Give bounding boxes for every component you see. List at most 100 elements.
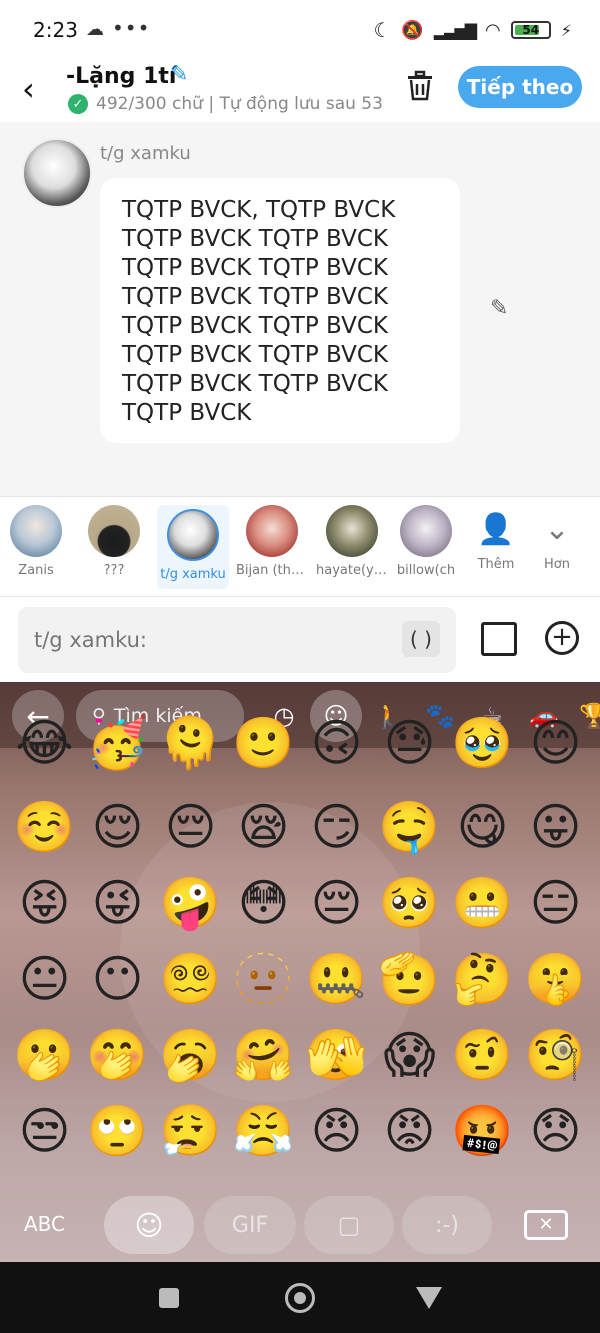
emoji-key[interactable]: 🥹 xyxy=(446,712,519,774)
sticker-tab[interactable]: ▢ xyxy=(304,1196,394,1254)
emoji-key[interactable]: 😶 xyxy=(81,948,154,1010)
character-selector: Zanis ??? t/g xamku Bijan (thầ… hayate(y… xyxy=(0,496,600,596)
emoji-key[interactable]: 😬 xyxy=(446,872,519,934)
wifi-icon: ◠ xyxy=(485,19,501,41)
emoji-key[interactable]: 😂 xyxy=(8,712,81,774)
message-line: TQTP BVCK TQTP BVCK xyxy=(122,313,388,339)
emoji-key[interactable]: 🫣 xyxy=(300,1024,373,1086)
image-icon[interactable] xyxy=(481,622,517,656)
emoji-key[interactable]: 🤐 xyxy=(300,948,373,1010)
more-characters-button[interactable]: ⌄ Hơn xyxy=(527,507,587,572)
emoji-key[interactable]: 😝 xyxy=(8,872,81,934)
emoji-key[interactable]: 😤 xyxy=(227,1100,300,1162)
emoji-key[interactable]: 🤤 xyxy=(373,796,446,858)
abc-key[interactable]: ABC xyxy=(24,1212,65,1236)
emoji-key[interactable]: 🤨 xyxy=(446,1024,519,1086)
emoji-key[interactable]: 🤪 xyxy=(154,872,227,934)
emoji-key[interactable]: 😵‍💫 xyxy=(154,948,227,1010)
signal-icon: ▂▃▅▇ xyxy=(433,20,477,40)
emoji-key[interactable]: 😊 xyxy=(519,712,592,774)
emoji-key[interactable]: 😐 xyxy=(8,948,81,1010)
battery-level: 54 xyxy=(522,23,540,37)
plus-icon[interactable]: + xyxy=(545,621,579,655)
app-header: ‹ -Lặng 1tí ✎ ✓ 492/300 chữ | Tự động lư… xyxy=(0,60,600,122)
add-character-button[interactable]: 👤 Thêm xyxy=(466,507,526,572)
composer: ( ) + xyxy=(0,596,600,682)
emoji-key[interactable]: 🤔 xyxy=(446,948,519,1010)
character-name: Bijan (thầ… xyxy=(236,563,308,578)
emoji-key[interactable]: 🤗 xyxy=(227,1024,300,1086)
emoji-key[interactable]: 😋 xyxy=(446,796,519,858)
action-parentheses-button[interactable]: ( ) xyxy=(402,621,440,657)
battery-icon: 54 xyxy=(510,21,551,39)
back-button[interactable]: ‹ xyxy=(22,70,35,108)
emoji-key[interactable]: 🤫 xyxy=(519,948,592,1010)
emoji-key[interactable]: 😌 xyxy=(81,796,154,858)
moon-icon: ☾ xyxy=(373,18,392,42)
emoji-key[interactable]: 🥳 xyxy=(81,712,154,774)
emoji-key[interactable]: 😛 xyxy=(519,796,592,858)
emoji-key[interactable]: 😔 xyxy=(300,872,373,934)
recents-button[interactable] xyxy=(159,1288,179,1308)
system-nav-bar xyxy=(0,1262,600,1333)
emoji-key[interactable]: 😓 xyxy=(373,712,446,774)
character-billow[interactable]: billow(ch xyxy=(396,505,456,578)
back-nav-button[interactable] xyxy=(416,1287,442,1309)
emoji-key[interactable]: 😡 xyxy=(373,1100,446,1162)
status-bar: 2:23 ☁ ••• ☾ 🔕 ▂▃▅▇ ◠ 54 ⚡ xyxy=(0,0,600,60)
emoji-key[interactable]: 😑 xyxy=(519,872,592,934)
gif-tab[interactable]: GIF xyxy=(204,1196,296,1254)
character-bijan[interactable]: Bijan (thầ… xyxy=(236,505,308,578)
message-line: TQTP BVCK TQTP BVCK xyxy=(122,255,388,281)
emoji-key[interactable]: 🙄 xyxy=(81,1100,154,1162)
character-zanis[interactable]: Zanis xyxy=(0,505,72,578)
message-line: TQTP BVCK TQTP BVCK xyxy=(122,371,388,397)
emoji-key[interactable]: 😏 xyxy=(300,796,373,858)
character-name: ??? xyxy=(103,563,125,578)
emoji-key[interactable]: 🙃 xyxy=(300,712,373,774)
emoji-tab[interactable]: ☺ xyxy=(104,1196,194,1254)
trash-icon[interactable] xyxy=(405,70,435,102)
emoji-key[interactable]: 🫥 xyxy=(227,948,300,1010)
emoticon-tab[interactable]: :-) xyxy=(402,1196,492,1254)
edit-title-icon[interactable]: ✎ xyxy=(170,62,188,87)
emoji-key[interactable]: 😒 xyxy=(8,1100,81,1162)
emoji-row: 😒 🙄 😮‍💨 😤 😠 😡 🤬 😞 xyxy=(8,1100,598,1162)
emoji-key[interactable]: 😳 xyxy=(227,872,300,934)
emoji-key[interactable]: 🧐 xyxy=(519,1024,592,1086)
emoji-key[interactable]: 😜 xyxy=(81,872,154,934)
add-person-icon: 👤 xyxy=(477,512,515,547)
character-tg-xamku[interactable]: t/g xamku xyxy=(157,505,229,589)
check-icon: ✓ xyxy=(68,94,88,114)
emoji-key[interactable]: 😮‍💨 xyxy=(154,1100,227,1162)
character-name: Zanis xyxy=(18,563,54,578)
emoji-key[interactable]: 😠 xyxy=(300,1100,373,1162)
character-name: billow(ch xyxy=(396,563,456,578)
emoji-key[interactable]: 😞 xyxy=(519,1100,592,1162)
message-line: TQTP BVCK TQTP BVCK xyxy=(122,226,388,252)
message-line: TQTP BVCK TQTP BVCK xyxy=(122,342,388,368)
emoji-key[interactable]: 🥱 xyxy=(154,1024,227,1086)
emoji-key[interactable]: 😔 xyxy=(154,796,227,858)
emoji-key[interactable]: 🫢 xyxy=(8,1024,81,1086)
character-name: t/g xamku xyxy=(160,567,226,582)
message-bubble[interactable]: TQTP BVCK, TQTP BVCK TQTP BVCK TQTP BVCK… xyxy=(100,178,460,443)
character-unknown[interactable]: ??? xyxy=(78,505,150,578)
emoji-key[interactable]: 😪 xyxy=(227,796,300,858)
next-button[interactable]: Tiếp theo xyxy=(458,66,582,108)
edit-message-icon[interactable]: ✎ xyxy=(490,296,508,321)
emoji-key[interactable]: 🥺 xyxy=(373,872,446,934)
emoji-key[interactable]: 🤬 xyxy=(446,1100,519,1162)
emoji-key[interactable]: 🙂 xyxy=(227,712,300,774)
emoji-key[interactable]: 🫠 xyxy=(154,712,227,774)
emoji-key[interactable]: ☺️ xyxy=(8,796,81,858)
home-button[interactable] xyxy=(285,1283,315,1313)
backspace-icon[interactable]: ✕ xyxy=(524,1210,568,1240)
emoji-key[interactable]: 😱 xyxy=(373,1024,446,1086)
author-avatar[interactable] xyxy=(22,138,92,208)
message-input[interactable] xyxy=(18,607,456,673)
character-hayate[interactable]: hayate(ya… xyxy=(316,505,388,578)
emoji-key[interactable]: 🫡 xyxy=(373,948,446,1010)
emoji-key[interactable]: 🤭 xyxy=(81,1024,154,1086)
chevron-down-icon: ⌄ xyxy=(544,512,570,547)
